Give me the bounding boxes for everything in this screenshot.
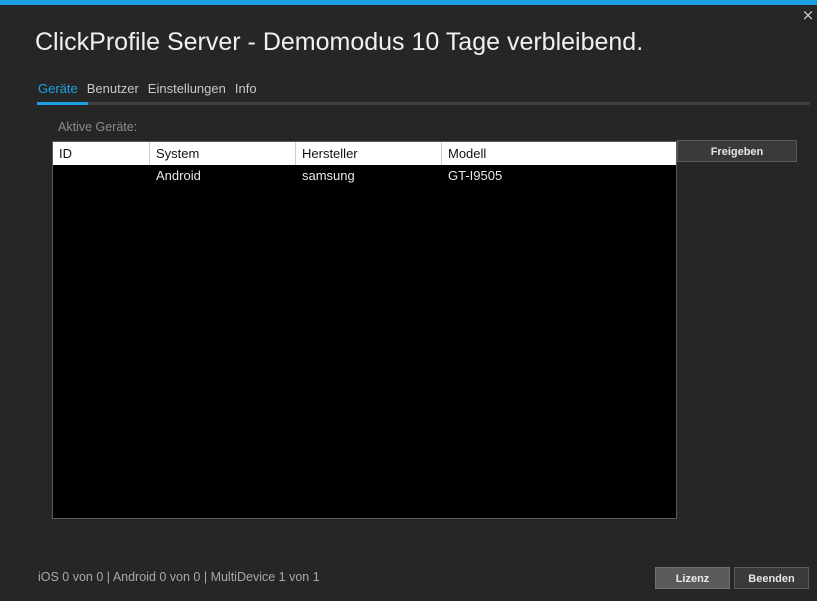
close-icon[interactable]: × xyxy=(801,8,815,23)
table-header: ID System Hersteller Modell xyxy=(53,142,676,165)
tab-divider xyxy=(37,102,810,105)
column-header-id[interactable]: ID xyxy=(53,142,150,165)
column-header-hersteller[interactable]: Hersteller xyxy=(296,142,442,165)
cell-modell: GT-I9505 xyxy=(448,167,503,183)
window-accent-bar xyxy=(0,0,817,5)
column-header-modell[interactable]: Modell xyxy=(442,142,676,165)
devices-table[interactable]: ID System Hersteller Modell Android sams… xyxy=(52,141,677,519)
license-button[interactable]: Lizenz xyxy=(655,567,730,589)
table-row[interactable]: Android samsung GT-I9505 xyxy=(53,165,676,185)
active-devices-label: Aktive Geräte: xyxy=(58,120,138,134)
cell-system: Android xyxy=(156,167,201,183)
exit-button[interactable]: Beenden xyxy=(734,567,809,589)
license-status-text: iOS 0 von 0 | Android 0 von 0 | MultiDev… xyxy=(38,570,320,584)
active-tab-indicator xyxy=(37,102,88,105)
release-button[interactable]: Freigeben xyxy=(677,140,797,162)
column-header-system[interactable]: System xyxy=(150,142,296,165)
cell-hersteller: samsung xyxy=(302,167,355,183)
window-title: ClickProfile Server - Demomodus 10 Tage … xyxy=(35,28,644,56)
